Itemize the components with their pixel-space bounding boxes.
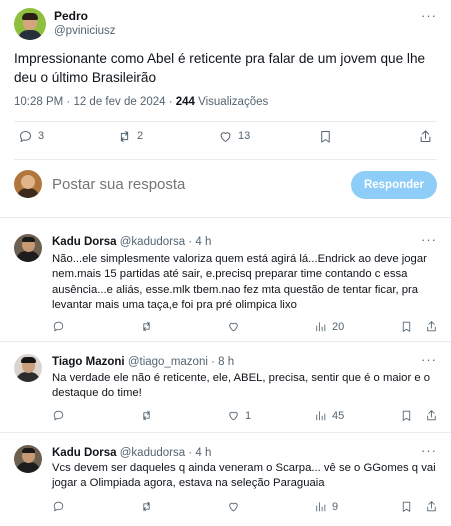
reply-composer: Responder [0, 168, 451, 206]
retweet-button[interactable]: 2 [117, 129, 143, 144]
views-button[interactable]: 9 [314, 500, 338, 513]
retweet-count: 2 [137, 130, 144, 142]
tweet-timestamp[interactable]: 10:28 PM · 12 de fev de 2024 · [14, 96, 176, 108]
bookmark-icon [402, 410, 411, 421]
views-button[interactable]: 45 [314, 409, 344, 422]
avatar[interactable] [14, 8, 46, 40]
views-count: 9 [332, 500, 339, 513]
more-icon[interactable]: ··· [421, 352, 437, 367]
bookmark-button[interactable] [400, 500, 413, 513]
reply-header: Kadu Dorsa @kadudorsa · 4 h [52, 446, 211, 460]
share-icon [427, 410, 436, 421]
reply-submit-button[interactable]: Responder [351, 171, 437, 199]
author-handle[interactable]: @pviniciusz [54, 24, 116, 39]
divider [14, 159, 437, 160]
retweet-icon [143, 410, 150, 421]
reply-icon [53, 501, 64, 512]
like-count: 13 [238, 130, 251, 142]
retweet-button[interactable] [140, 409, 153, 422]
reply-text: Na verdade ele não é reticente, ele, ABE… [52, 372, 431, 400]
like-icon [220, 131, 231, 142]
tweet-author[interactable]: Pedro @pviniciusz [14, 8, 116, 40]
reply-text: Vcs devem ser daqueles q ainda veneram o… [52, 462, 436, 490]
reply-icon [20, 130, 31, 142]
more-icon[interactable]: ··· [421, 8, 437, 23]
bookmark-button[interactable] [400, 320, 413, 333]
like-button[interactable] [227, 500, 240, 513]
retweet-button[interactable] [140, 320, 153, 333]
retweet-icon [143, 321, 150, 332]
reply-time[interactable]: · 4 h [188, 236, 211, 248]
views-icon [316, 502, 326, 512]
reply-author-handle[interactable]: @kadudorsa [120, 447, 185, 459]
reply-button[interactable]: 3 [18, 129, 44, 144]
avatar[interactable] [14, 170, 42, 198]
bookmark-icon [321, 130, 330, 143]
reply-header: Tiago Mazoni @tiago_mazoni · 8 h [52, 355, 234, 369]
reply-icon [53, 321, 64, 332]
reply-item[interactable]: Kadu Dorsa @kadudorsa · 4 h ··· Não...el… [0, 232, 451, 333]
views-icon [316, 411, 326, 421]
reply-input[interactable] [52, 176, 312, 193]
avatar[interactable] [14, 234, 42, 262]
reply-item[interactable]: Kadu Dorsa @kadudorsa · 4 h ··· Vcs deve… [0, 443, 451, 526]
reply-item[interactable]: Tiago Mazoni @tiago_mazoni · 8 h ··· Na … [0, 352, 451, 432]
views-button[interactable]: 20 [314, 320, 344, 333]
reply-button[interactable] [52, 500, 65, 513]
reply-author-name[interactable]: Tiago Mazoni [52, 356, 125, 368]
more-icon[interactable]: ··· [421, 232, 437, 247]
reply-author-handle[interactable]: @kadudorsa [120, 236, 185, 248]
divider [0, 341, 451, 342]
reply-button[interactable] [52, 320, 65, 333]
share-button[interactable] [418, 129, 433, 144]
tweet-meta: 10:28 PM · 12 de fev de 2024 · 244 Visua… [14, 96, 268, 108]
like-button[interactable]: 1 [227, 409, 251, 422]
like-icon [229, 411, 238, 421]
reply-icon [53, 410, 64, 421]
like-button[interactable] [227, 320, 240, 333]
reply-author-handle[interactable]: @tiago_mazoni [128, 356, 208, 368]
bookmark-button[interactable] [400, 409, 413, 422]
views-count: 20 [332, 320, 345, 333]
bookmark-button[interactable] [318, 129, 333, 144]
reply-author-name[interactable]: Kadu Dorsa [52, 236, 117, 248]
tweet-text: Impressionante como Abel é reticente pra… [14, 51, 426, 85]
reply-author-name[interactable]: Kadu Dorsa [52, 447, 117, 459]
avatar[interactable] [14, 445, 42, 473]
divider [0, 432, 451, 433]
like-count: 1 [245, 409, 252, 422]
share-icon [420, 129, 431, 142]
views-icon [316, 322, 326, 332]
reply-time[interactable]: · 8 h [211, 356, 234, 368]
views-label: Visualizações [194, 96, 269, 108]
like-icon [229, 322, 238, 332]
views-count: 244 [175, 96, 195, 108]
views-count: 45 [332, 409, 345, 422]
like-button[interactable]: 13 [218, 129, 250, 144]
bookmark-icon [402, 501, 411, 512]
like-icon [229, 502, 238, 512]
reply-button[interactable] [52, 409, 65, 422]
divider [14, 121, 437, 122]
author-name[interactable]: Pedro [54, 9, 116, 24]
bookmark-icon [402, 321, 411, 332]
share-button[interactable] [425, 320, 438, 333]
share-icon [427, 321, 436, 332]
retweet-button[interactable] [140, 500, 153, 513]
reply-time[interactable]: · 4 h [188, 447, 211, 459]
share-button[interactable] [425, 409, 438, 422]
avatar[interactable] [14, 354, 42, 382]
retweet-icon [143, 501, 150, 512]
reply-header: Kadu Dorsa @kadudorsa · 4 h [52, 235, 211, 249]
more-icon[interactable]: ··· [421, 443, 437, 458]
reply-count: 3 [38, 130, 45, 142]
share-icon [427, 501, 436, 512]
divider [0, 217, 451, 218]
reply-text: Não...ele simplesmente valoriza quem est… [52, 253, 427, 312]
main-tweet: Pedro @pviniciusz ··· Impressionante com… [0, 0, 451, 215]
share-button[interactable] [425, 500, 438, 513]
retweet-icon [120, 130, 129, 142]
